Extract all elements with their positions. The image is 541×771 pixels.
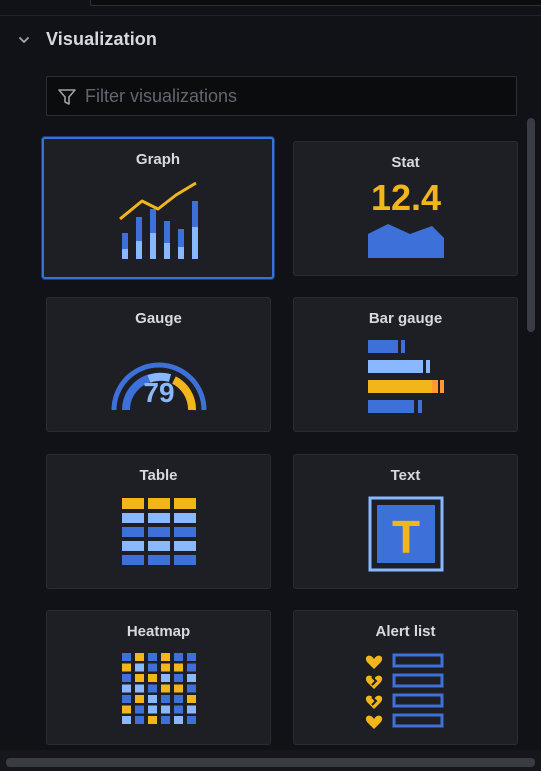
heatmap-cell — [160, 684, 170, 693]
top-bar — [0, 0, 541, 16]
top-field-edge — [90, 0, 541, 6]
heatmap-cell — [121, 674, 131, 682]
bar-gauge-icon — [367, 340, 444, 413]
heatmap-icon — [121, 653, 196, 724]
viz-card-graph[interactable]: Graph — [42, 137, 274, 279]
gauge-icon: 79 — [111, 362, 206, 411]
heatmap-cell — [134, 653, 144, 661]
filter-icon — [58, 89, 76, 105]
heatmap-cell — [134, 705, 144, 714]
heatmap-cell — [173, 653, 183, 661]
heatmap-cell — [160, 674, 170, 682]
heatmap-cell — [121, 684, 131, 693]
filter-visualizations-field[interactable] — [46, 76, 517, 116]
heatmap-cell — [121, 663, 131, 672]
viz-card-stat[interactable]: Stat 12.4 — [293, 141, 518, 276]
heatmap-cell — [121, 705, 131, 714]
heatmap-cell — [160, 695, 170, 703]
heatmap-cell — [173, 695, 183, 703]
heatmap-cell — [134, 684, 144, 693]
heatmap-cell — [173, 663, 183, 672]
heatmap-cell — [147, 705, 157, 714]
heatmap-cell — [121, 716, 131, 724]
visualization-section-header[interactable]: Visualization — [0, 16, 541, 64]
viz-card-label: Gauge — [135, 310, 182, 327]
heatmap-cell — [173, 716, 183, 724]
heatmap-cell — [147, 695, 157, 703]
viz-card-heatmap[interactable]: Heatmap — [46, 610, 271, 745]
viz-card-label: Text — [390, 467, 421, 484]
text-icon-letter: T — [391, 511, 419, 563]
viz-card-label: Bar gauge — [368, 310, 443, 327]
heatmap-cell — [134, 695, 144, 703]
viz-card-gauge[interactable]: Gauge 79 — [46, 297, 271, 432]
heatmap-cell — [160, 653, 170, 661]
heatmap-cell — [160, 663, 170, 672]
heatmap-cell — [186, 716, 196, 724]
heatmap-cell — [173, 674, 183, 682]
heatmap-cell — [160, 705, 170, 714]
heatmap-cell — [186, 663, 196, 672]
text-icon: T — [368, 496, 443, 572]
viz-card-text[interactable]: Text T — [293, 454, 518, 589]
viz-card-alert-list[interactable]: Alert list — [293, 610, 518, 745]
viz-card-label: Stat — [391, 154, 420, 171]
heatmap-cell — [186, 674, 196, 682]
heatmap-cell — [186, 695, 196, 703]
heatmap-cell — [173, 705, 183, 714]
heatmap-cell — [186, 705, 196, 714]
vertical-scrollbar[interactable] — [527, 118, 535, 332]
heatmap-cell — [121, 695, 131, 703]
heatmap-cell — [147, 663, 157, 672]
heatmap-cell — [134, 716, 144, 724]
heatmap-cell — [186, 684, 196, 693]
graph-icon — [119, 181, 198, 259]
gauge-value: 79 — [143, 377, 174, 408]
stat-value: 12.4 — [370, 178, 440, 218]
alert-list-icon — [365, 653, 443, 729]
heatmap-cell — [147, 716, 157, 724]
viz-card-table[interactable]: Table — [46, 454, 271, 589]
heatmap-cell — [147, 653, 157, 661]
chevron-down-icon[interactable] — [16, 32, 32, 48]
filter-visualizations-input[interactable] — [85, 77, 505, 115]
stat-icon: 12.4 — [367, 178, 444, 258]
heatmap-cell — [147, 684, 157, 693]
heatmap-cell — [160, 716, 170, 724]
viz-card-label: Graph — [135, 151, 181, 168]
heatmap-cell — [134, 663, 144, 672]
viz-card-bar-gauge[interactable]: Bar gauge — [293, 297, 518, 432]
heatmap-cell — [147, 674, 157, 682]
viz-card-label: Table — [139, 467, 178, 484]
heatmap-cell — [186, 653, 196, 661]
section-title: Visualization — [46, 29, 157, 49]
viz-card-label: Heatmap — [126, 623, 191, 640]
table-icon — [121, 498, 196, 565]
heatmap-cell — [134, 674, 144, 682]
heatmap-cell — [173, 684, 183, 693]
horizontal-scrollbar[interactable] — [6, 758, 535, 767]
viz-card-label: Alert list — [375, 623, 436, 640]
heatmap-cell — [121, 653, 131, 661]
